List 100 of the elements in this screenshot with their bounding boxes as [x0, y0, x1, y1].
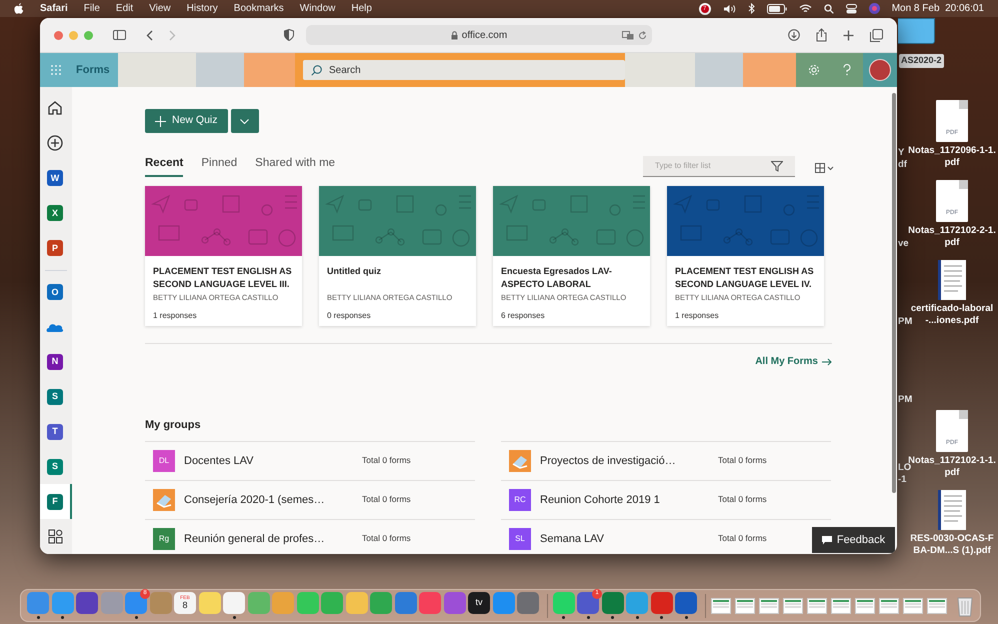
- card-title: Untitled quiz: [327, 265, 382, 278]
- close-button[interactable]: [54, 30, 63, 40]
- apps-icon[interactable]: [48, 528, 62, 544]
- banner-stripe: [695, 53, 743, 87]
- back-icon[interactable]: [146, 30, 153, 40]
- reload-icon[interactable]: [638, 30, 647, 40]
- settings-icon[interactable]: [808, 64, 820, 76]
- group-name[interactable]: Consejería 2020-1 (semes…: [184, 492, 354, 508]
- speech-bubble-icon: [822, 536, 832, 544]
- app-icon[interactable]: N: [47, 354, 63, 370]
- rail-button[interactable]: X: [40, 196, 72, 231]
- bluetooth-icon[interactable]: [748, 3, 755, 14]
- app-icon[interactable]: S: [47, 388, 63, 405]
- search-placeholder: Search: [329, 64, 361, 78]
- menu-clock[interactable]: Mon 8 Feb 20:06:01: [892, 1, 984, 16]
- search-field[interactable]: Search: [303, 60, 625, 80]
- group-name[interactable]: Reunion Cohorte 2019 1: [540, 492, 710, 508]
- wifi-icon[interactable]: [798, 4, 812, 14]
- translate-icon[interactable]: [622, 30, 634, 40]
- app-icon[interactable]: [444, 592, 466, 614]
- app-icon[interactable]: P: [47, 240, 63, 256]
- menu-app-name[interactable]: Safari: [40, 1, 68, 16]
- tab[interactable]: Pinned: [201, 155, 238, 178]
- cut-file-label: LO: [898, 462, 912, 474]
- file-name[interactable]: RES-0030-OCAS-FBA-DM...S (1).pdf: [908, 533, 996, 557]
- help-icon[interactable]: [843, 64, 852, 76]
- rail-button[interactable]: W: [40, 160, 72, 196]
- banner-stripe: [196, 53, 244, 87]
- form-count: Total 0 forms: [362, 493, 411, 506]
- menu-item[interactable]: History: [186, 1, 218, 16]
- group-avatar: SL: [509, 528, 531, 550]
- file-name[interactable]: Notas_1172096-1-1.pdf: [908, 145, 996, 169]
- tab[interactable]: Recent: [145, 155, 184, 178]
- new-tab-icon[interactable]: [843, 30, 854, 40]
- rail-button[interactable]: S: [40, 449, 72, 484]
- menu-item[interactable]: Help: [351, 1, 372, 16]
- group-name[interactable]: Semana LAV: [540, 530, 710, 547]
- control-center-icon[interactable]: [846, 4, 857, 14]
- filter-icon: [771, 160, 783, 172]
- feedback-button[interactable]: Feedback: [812, 527, 895, 553]
- search-icon[interactable]: [824, 4, 834, 14]
- app-icon[interactable]: W: [47, 170, 63, 186]
- rail-button[interactable]: S: [40, 379, 72, 414]
- app-icon[interactable]: [650, 592, 672, 614]
- grid-view-icon[interactable]: [815, 163, 835, 174]
- app-icon[interactable]: [602, 592, 624, 614]
- menu-item[interactable]: File: [84, 1, 100, 16]
- app-icon[interactable]: [198, 592, 220, 614]
- app-icon[interactable]: S: [47, 458, 63, 475]
- rail-button[interactable]: T: [40, 414, 72, 450]
- menu-item[interactable]: Bookmarks: [234, 1, 284, 16]
- cut-file-label: PM: [898, 394, 912, 406]
- all-forms-link[interactable]: All My Forms: [755, 354, 832, 370]
- download-icon[interactable]: [788, 29, 800, 41]
- home-icon[interactable]: [47, 100, 63, 116]
- tab[interactable]: Shared with me: [255, 155, 336, 178]
- new-quiz-button[interactable]: New Quiz: [145, 109, 228, 133]
- rail-button[interactable]: P: [40, 230, 72, 266]
- filter-placeholder: Type to filter list: [655, 160, 711, 172]
- volume-icon[interactable]: [722, 4, 736, 14]
- document-thumbnail-icon[interactable]: [938, 260, 966, 300]
- group-name[interactable]: Docentes LAV: [184, 452, 354, 469]
- siri-icon[interactable]: [868, 3, 880, 14]
- app-icon[interactable]: tv: [468, 592, 490, 614]
- zoom-button[interactable]: [84, 30, 93, 40]
- rail-button[interactable]: N: [40, 344, 72, 380]
- folder-label[interactable]: AS2020-2: [899, 54, 944, 68]
- battery-icon[interactable]: [766, 4, 787, 14]
- tabs-overview-icon[interactable]: [870, 28, 883, 42]
- form-count: Total 0 forms: [718, 532, 767, 546]
- file-name[interactable]: Notas_1172102-2-1.pdf: [908, 225, 996, 249]
- sidebar-icon[interactable]: [113, 30, 126, 40]
- menu-item[interactable]: View: [149, 1, 171, 16]
- rail-button[interactable]: F: [40, 484, 72, 520]
- rail-button[interactable]: O: [40, 274, 72, 310]
- cut-file-label: df: [898, 159, 907, 171]
- profile-avatar[interactable]: [869, 59, 891, 81]
- apple-icon[interactable]: [14, 3, 24, 14]
- trash-icon[interactable]: [956, 594, 972, 616]
- app-icon[interactable]: T: [47, 424, 63, 440]
- shield-icon[interactable]: [284, 29, 294, 41]
- app-icon[interactable]: [517, 592, 539, 614]
- folder-icon[interactable]: [898, 18, 935, 44]
- group-name[interactable]: Proyectos de investigació…: [540, 452, 710, 469]
- document-thumbnail-icon[interactable]: [938, 490, 966, 530]
- menu-item[interactable]: Edit: [116, 1, 134, 16]
- menu-item[interactable]: Window: [300, 1, 336, 16]
- app-icon[interactable]: X: [47, 205, 63, 222]
- group-name[interactable]: Reunión general de profes…: [184, 530, 354, 547]
- dropdown-button[interactable]: [230, 109, 259, 133]
- app-icon[interactable]: [76, 592, 98, 614]
- app-icon[interactable]: O: [47, 284, 63, 300]
- app-icon[interactable]: F: [47, 494, 63, 510]
- share-icon[interactable]: [816, 28, 827, 42]
- app-launcher-icon[interactable]: [51, 65, 61, 75]
- address-bar[interactable]: office.com: [306, 25, 652, 45]
- add-icon[interactable]: [47, 135, 63, 152]
- card-title: PLACEMENT TEST ENGLISH AS SECOND LANGUAGE LEVEL IV.: [675, 265, 815, 292]
- app-icon[interactable]: [675, 592, 697, 614]
- app-icon[interactable]: [223, 592, 245, 614]
